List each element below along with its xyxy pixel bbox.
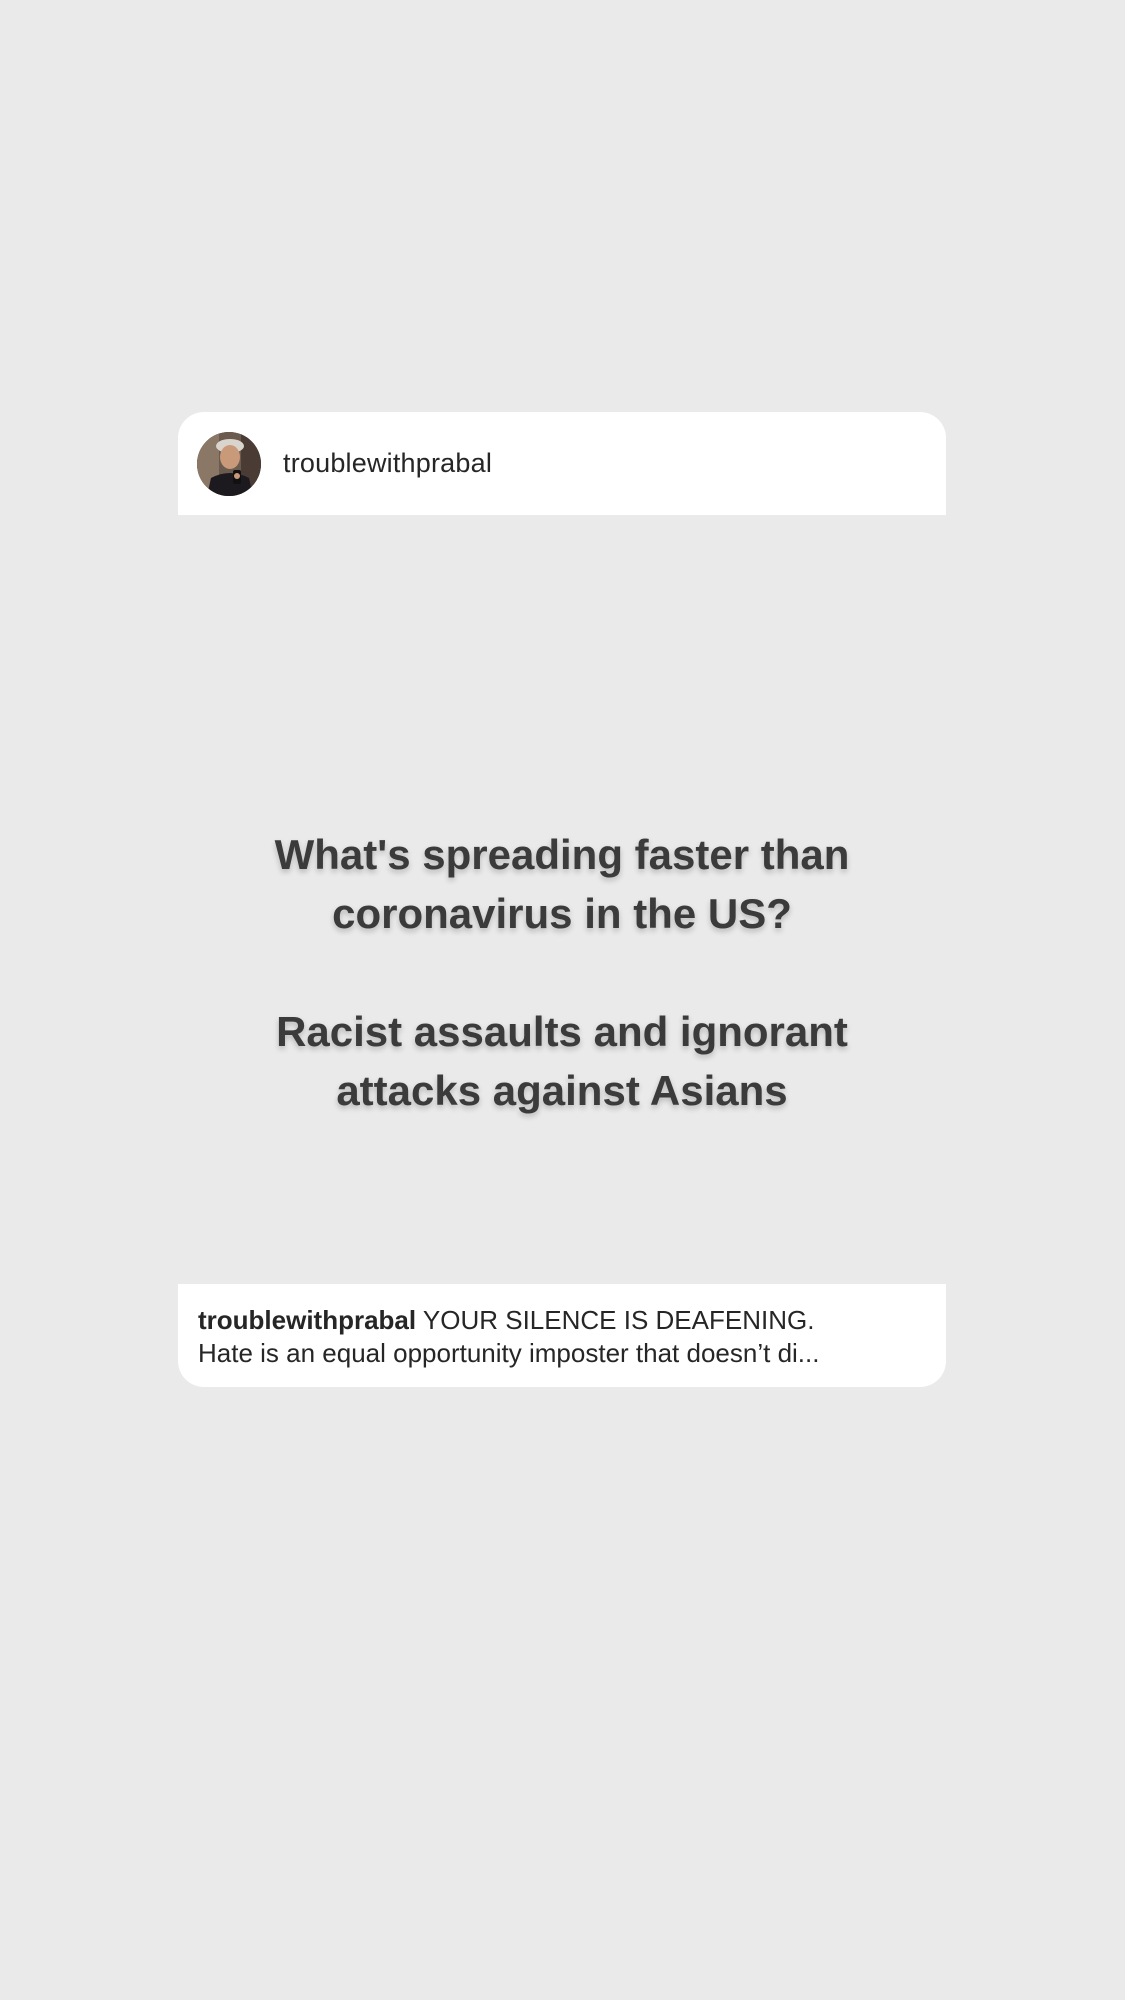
caption-text-first: YOUR SILENCE IS DEAFENING. [422, 1305, 815, 1335]
caption-username[interactable]: troublewithprabal [198, 1305, 416, 1335]
shared-post-card[interactable]: troublewithprabal What's spreading faste… [178, 412, 946, 1387]
profile-photo-avatar-icon [197, 431, 261, 496]
post-image[interactable]: What's spreading faster than coronavirus… [178, 515, 946, 1285]
headline-line-4: attacks against Asians [336, 1067, 788, 1114]
post-caption[interactable]: troublewithprabal YOUR SILENCE IS DEAFEN… [178, 1284, 946, 1387]
headline-spacer [178, 943, 946, 1002]
avatar[interactable] [197, 431, 261, 496]
post-author-username[interactable]: troublewithprabal [283, 448, 492, 479]
headline-line-3: Racist assaults and ignorant [276, 1008, 848, 1055]
caption-text-second: Hate is an equal opportunity imposter th… [198, 1338, 820, 1368]
post-headline-text: What's spreading faster than coronavirus… [178, 825, 946, 1120]
post-header[interactable]: troublewithprabal [178, 412, 946, 515]
caption-first-line: troublewithprabal YOUR SILENCE IS DEAFEN… [198, 1304, 924, 1337]
headline-line-1: What's spreading faster than [274, 831, 850, 878]
headline-line-2: coronavirus in the US? [332, 890, 792, 937]
